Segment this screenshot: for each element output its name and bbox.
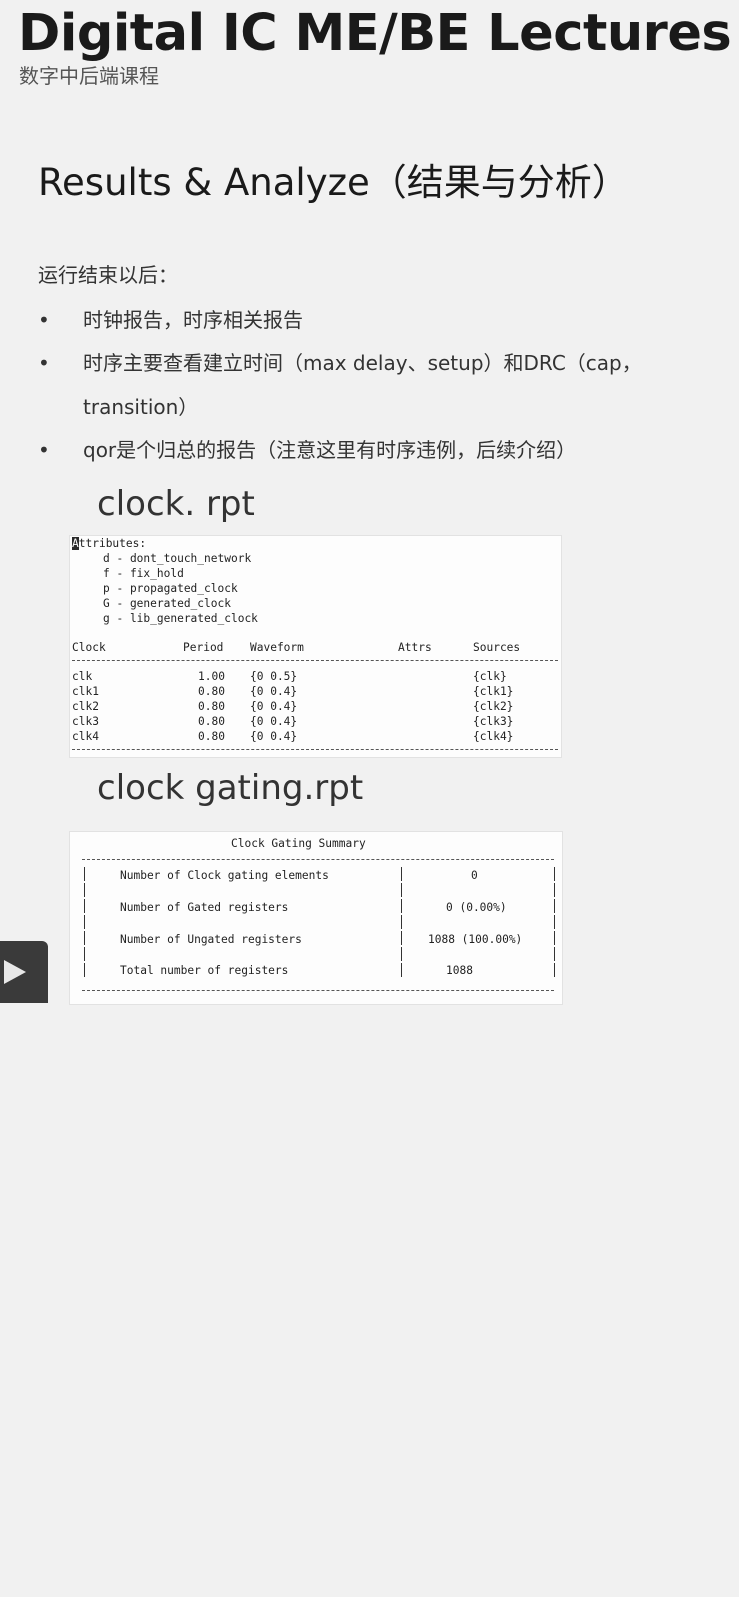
table-row: clk2 0.80 {0 0.4} {clk2} xyxy=(70,700,561,1151)
column-header-sources: Sources xyxy=(473,641,521,654)
clock-name: clk2 xyxy=(72,700,99,713)
intro-text: 运行结束以后： xyxy=(38,263,178,287)
divider xyxy=(72,660,558,661)
table-border xyxy=(401,931,402,945)
clock-waveform: {0 0.4} xyxy=(250,715,298,728)
column-header-waveform: Waveform xyxy=(250,641,304,654)
course-subtitle: 数字中后端课程 xyxy=(19,64,159,88)
gating-label: Number of Gated registers xyxy=(120,901,289,914)
clock-waveform: {0 0.4} xyxy=(250,685,298,698)
table-border xyxy=(554,931,555,945)
clock-report-panel: Attributes: d - dont_touch_network f - f… xyxy=(69,535,562,758)
gating-report-panel: Clock Gating Summary Number of Clock gat… xyxy=(69,831,563,1005)
gating-row: Number of Clock gating elements 0 xyxy=(70,869,562,1297)
attribute-line: f - fix_hold xyxy=(103,567,184,580)
clock-sources: {clk1} xyxy=(473,685,514,698)
table-border xyxy=(401,867,402,881)
gating-value: 1088 xyxy=(446,964,473,977)
gating-row: Number of Ungated registers 1088 (100.00… xyxy=(70,933,562,1477)
table-border xyxy=(401,899,402,913)
section-heading: Results & Analyze（结果与分析） xyxy=(38,161,629,204)
bullet-text: 时钟报告，时序相关报告 xyxy=(83,308,303,332)
clock-name: clk4 xyxy=(72,730,99,743)
clock-waveform: {0 0.4} xyxy=(250,700,298,713)
gating-label: Total number of registers xyxy=(120,964,289,977)
bullet-dot: • xyxy=(38,308,50,332)
table-border xyxy=(84,931,85,945)
attribute-line: G - generated_clock xyxy=(103,597,231,610)
table-border xyxy=(554,963,555,977)
divider xyxy=(82,859,554,860)
clock-name: clk1 xyxy=(72,685,99,698)
gating-row: Number of Gated registers 0 (0.00%) xyxy=(70,901,562,1387)
clock-period: 0.80 xyxy=(198,685,225,698)
course-title: Digital IC ME/BE Lectures xyxy=(18,4,732,63)
table-border xyxy=(84,915,85,929)
column-header-attrs: Attrs xyxy=(398,641,432,654)
clock-sources: {clk2} xyxy=(473,700,514,713)
attribute-line: d - dont_touch_network xyxy=(103,552,252,565)
clock-period: 0.80 xyxy=(198,700,225,713)
clock-sources: {clk4} xyxy=(473,730,514,743)
attribute-line: g - lib_generated_clock xyxy=(103,612,258,625)
gating-report-title: clock gating.rpt xyxy=(97,768,364,808)
play-icon xyxy=(4,960,26,984)
clock-period: 0.80 xyxy=(198,715,225,728)
text-cursor: A xyxy=(72,537,79,550)
gating-value: 1088 (100.00%) xyxy=(428,933,523,946)
clock-period: 1.00 xyxy=(198,670,225,683)
clock-period: 0.80 xyxy=(198,730,225,743)
gating-label: Number of Ungated registers xyxy=(120,933,302,946)
table-border xyxy=(401,963,402,977)
divider xyxy=(72,749,558,750)
table-border xyxy=(554,883,555,897)
attribute-line: p - propagated_clock xyxy=(103,582,238,595)
bullet-text: qor是个归总的报告（注意这里有时序违例，后续介绍） xyxy=(83,438,577,462)
attributes-header: Attributes: xyxy=(72,537,147,550)
table-border xyxy=(554,867,555,881)
column-header-period: Period xyxy=(183,641,224,654)
table-border xyxy=(84,947,85,961)
table-border xyxy=(84,883,85,897)
gating-label: Number of Clock gating elements xyxy=(120,869,329,882)
play-button[interactable] xyxy=(0,941,48,1003)
gating-value: 0 xyxy=(471,869,478,882)
clock-sources: {clk3} xyxy=(473,715,514,728)
clock-waveform: {0 0.5} xyxy=(250,670,298,683)
table-border xyxy=(554,947,555,961)
table-border xyxy=(84,963,85,977)
bullet-dot: • xyxy=(38,351,50,375)
table-border xyxy=(401,915,402,929)
clock-report-title: clock. rpt xyxy=(97,484,255,524)
gating-row: Total number of registers 1088 xyxy=(70,964,562,1567)
table-border xyxy=(554,915,555,929)
clock-name: clk xyxy=(72,670,93,683)
gating-value: 0 (0.00%) xyxy=(446,901,507,914)
table-border xyxy=(84,867,85,881)
divider xyxy=(82,990,554,991)
table-border xyxy=(401,883,402,897)
clock-sources: {clk} xyxy=(473,670,507,683)
bullet-dot: • xyxy=(38,438,50,462)
table-border xyxy=(401,947,402,961)
clock-waveform: {0 0.4} xyxy=(250,730,298,743)
column-header-clock: Clock xyxy=(72,641,106,654)
bullet-text: 时序主要查看建立时间（max delay、setup）和DRC（cap，tran… xyxy=(83,351,642,419)
table-border xyxy=(84,899,85,913)
table-border xyxy=(554,899,555,913)
clock-name: clk3 xyxy=(72,715,99,728)
gating-summary-title: Clock Gating Summary xyxy=(231,837,366,850)
